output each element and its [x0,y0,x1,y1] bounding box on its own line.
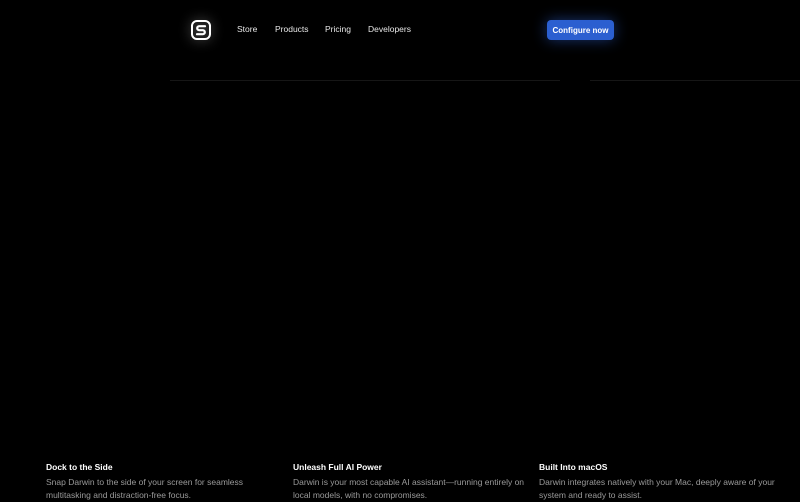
nav-link-products[interactable]: Products [275,24,309,34]
section-divider-right [590,80,800,81]
configure-now-button[interactable]: Configure now [547,20,614,40]
feature-title: Unleash Full AI Power [293,462,382,472]
nav-link-pricing[interactable]: Pricing [325,24,351,34]
s-logo-icon[interactable] [191,20,211,40]
nav-link-store[interactable]: Store [237,24,257,34]
feature-description: Snap Darwin to the side of your screen f… [46,477,244,500]
nav-link-developers[interactable]: Developers [368,24,411,34]
feature-title: Built Into macOS [539,462,608,472]
feature-description: Darwin integrates natively with your Mac… [539,477,775,500]
feature-title: Dock to the Side [46,462,113,472]
section-divider-left [170,80,560,81]
top-navigation: Store Products Pricing Developers Config… [0,0,800,60]
feature-description: Darwin is your most capable AI assistant… [293,477,525,500]
